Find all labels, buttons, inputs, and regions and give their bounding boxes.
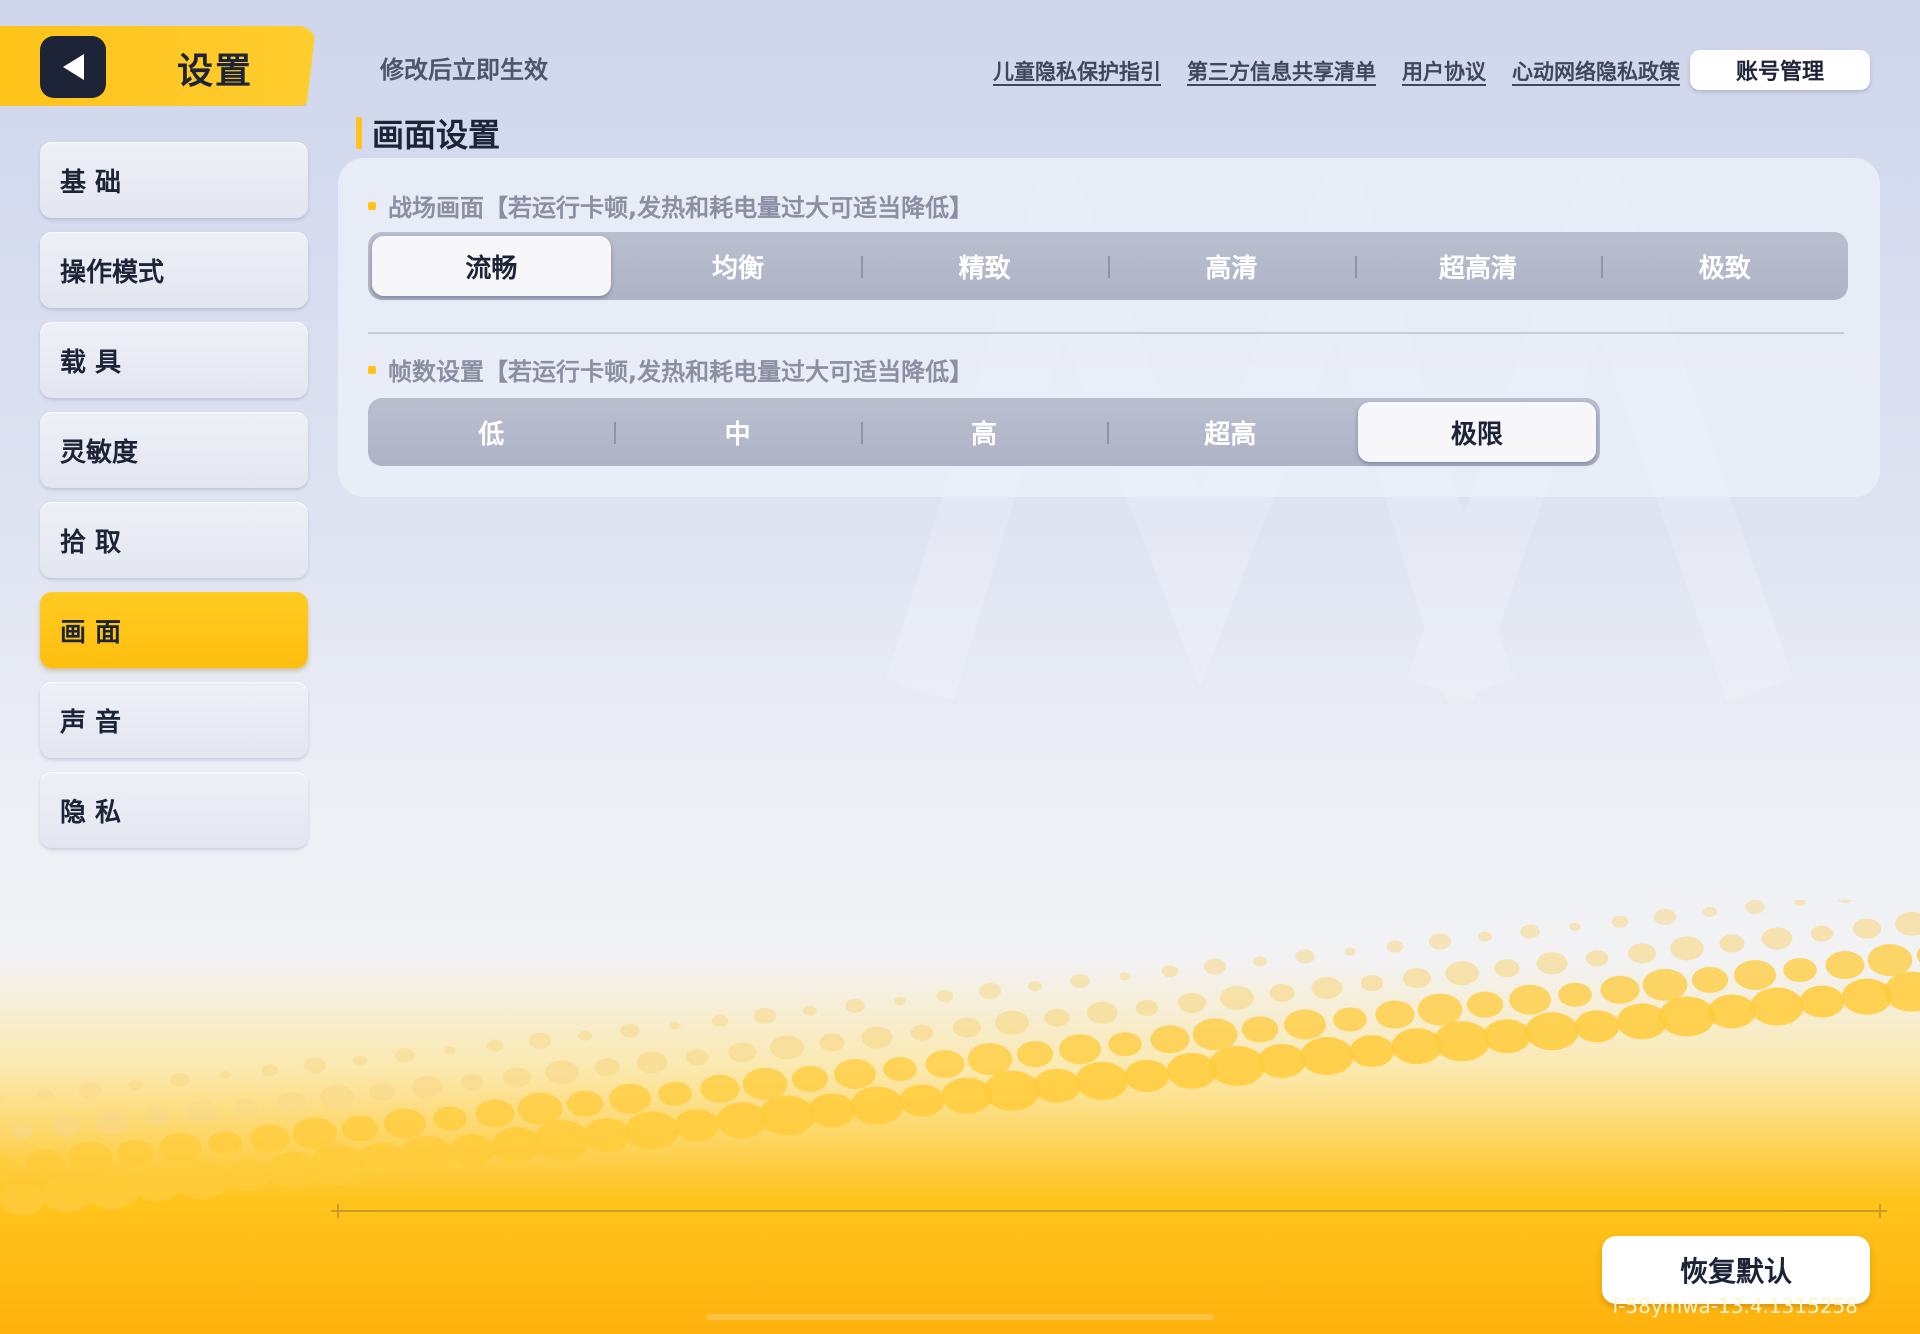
bottom-divider [331,1204,1887,1218]
sidebar-item-pickup[interactable]: 拾 取 [40,502,308,578]
framerate-option-low[interactable]: 低 [368,398,614,466]
graphics-settings-panel: 战场画面【若运行卡顿,发热和耗电量过大可适当降低】 流畅 均衡 精致 高清 超高… [338,158,1880,497]
link-user-agreement[interactable]: 用户协议 [1402,56,1486,86]
graphics-option-ultra-hd[interactable]: 超高清 [1354,232,1602,300]
framerate-option-ultra-high[interactable]: 超高 [1107,398,1353,466]
bullet-icon [368,201,376,210]
section-accent-bar [356,117,362,149]
framerate-label-text: 帧数设置【若运行卡顿,发热和耗电量过大可适当降低】 [388,358,974,386]
link-third-party-sharing[interactable]: 第三方信息共享清单 [1187,56,1376,86]
sidebar-item-graphics[interactable]: 画 面 [40,592,308,668]
sidebar-item-sensitivity[interactable]: 灵敏度 [40,412,308,488]
section-header: 画面设置 [356,110,500,156]
sidebar-item-sound[interactable]: 声 音 [40,682,308,758]
version-text: f-58ymwa-13.4.1315258 [1612,1294,1858,1318]
graphics-option-fine[interactable]: 精致 [861,232,1108,300]
framerate-selector: 低 中 高 超高 极限 [368,398,1600,466]
framerate-option-max[interactable]: 极限 [1354,398,1600,466]
section-title: 画面设置 [372,116,501,154]
graphics-option-extreme[interactable]: 极致 [1601,232,1848,300]
page-title: 设置 [176,51,253,92]
sidebar-item-privacy[interactable]: 隐 私 [40,772,308,848]
graphics-quality-selector: 流畅 均衡 精致 高清 超高清 极致 [368,232,1848,300]
back-button[interactable] [40,36,106,98]
graphics-quality-label-text: 战场画面【若运行卡顿,发热和耗电量过大可适当降低】 [388,194,974,222]
graphics-option-hd[interactable]: 高清 [1108,232,1355,300]
sidebar-item-control-mode[interactable]: 操作模式 [40,232,308,308]
graphics-option-smooth[interactable]: 流畅 [368,232,615,300]
divider-cap-icon [331,1204,345,1218]
graphics-option-balanced[interactable]: 均衡 [615,232,862,300]
account-management-button[interactable]: 账号管理 [1690,50,1870,90]
top-links: 儿童隐私保护指引 第三方信息共享清单 用户协议 心动网络隐私政策 [993,56,1680,86]
bottom-handle [706,1314,1214,1320]
link-child-privacy[interactable]: 儿童隐私保护指引 [993,56,1161,86]
section-divider [368,332,1844,334]
back-arrow-icon [63,54,84,80]
divider-cap-icon [1873,1204,1887,1218]
framerate-label: 帧数设置【若运行卡顿,发热和耗电量过大可适当降低】 [368,352,973,387]
link-privacy-policy[interactable]: 心动网络隐私政策 [1512,56,1680,86]
bullet-icon [368,365,376,374]
sidebar-item-basic[interactable]: 基 础 [40,142,308,218]
framerate-option-high[interactable]: 高 [860,398,1107,466]
sidebar-item-vehicle[interactable]: 载 具 [40,322,308,398]
apply-immediately-hint: 修改后立即生效 [380,56,548,84]
settings-sidebar: 基 础 操作模式 载 具 灵敏度 拾 取 画 面 声 音 隐 私 [40,142,308,862]
graphics-quality-label: 战场画面【若运行卡顿,发热和耗电量过大可适当降低】 [368,188,973,223]
framerate-option-medium[interactable]: 中 [614,398,860,466]
